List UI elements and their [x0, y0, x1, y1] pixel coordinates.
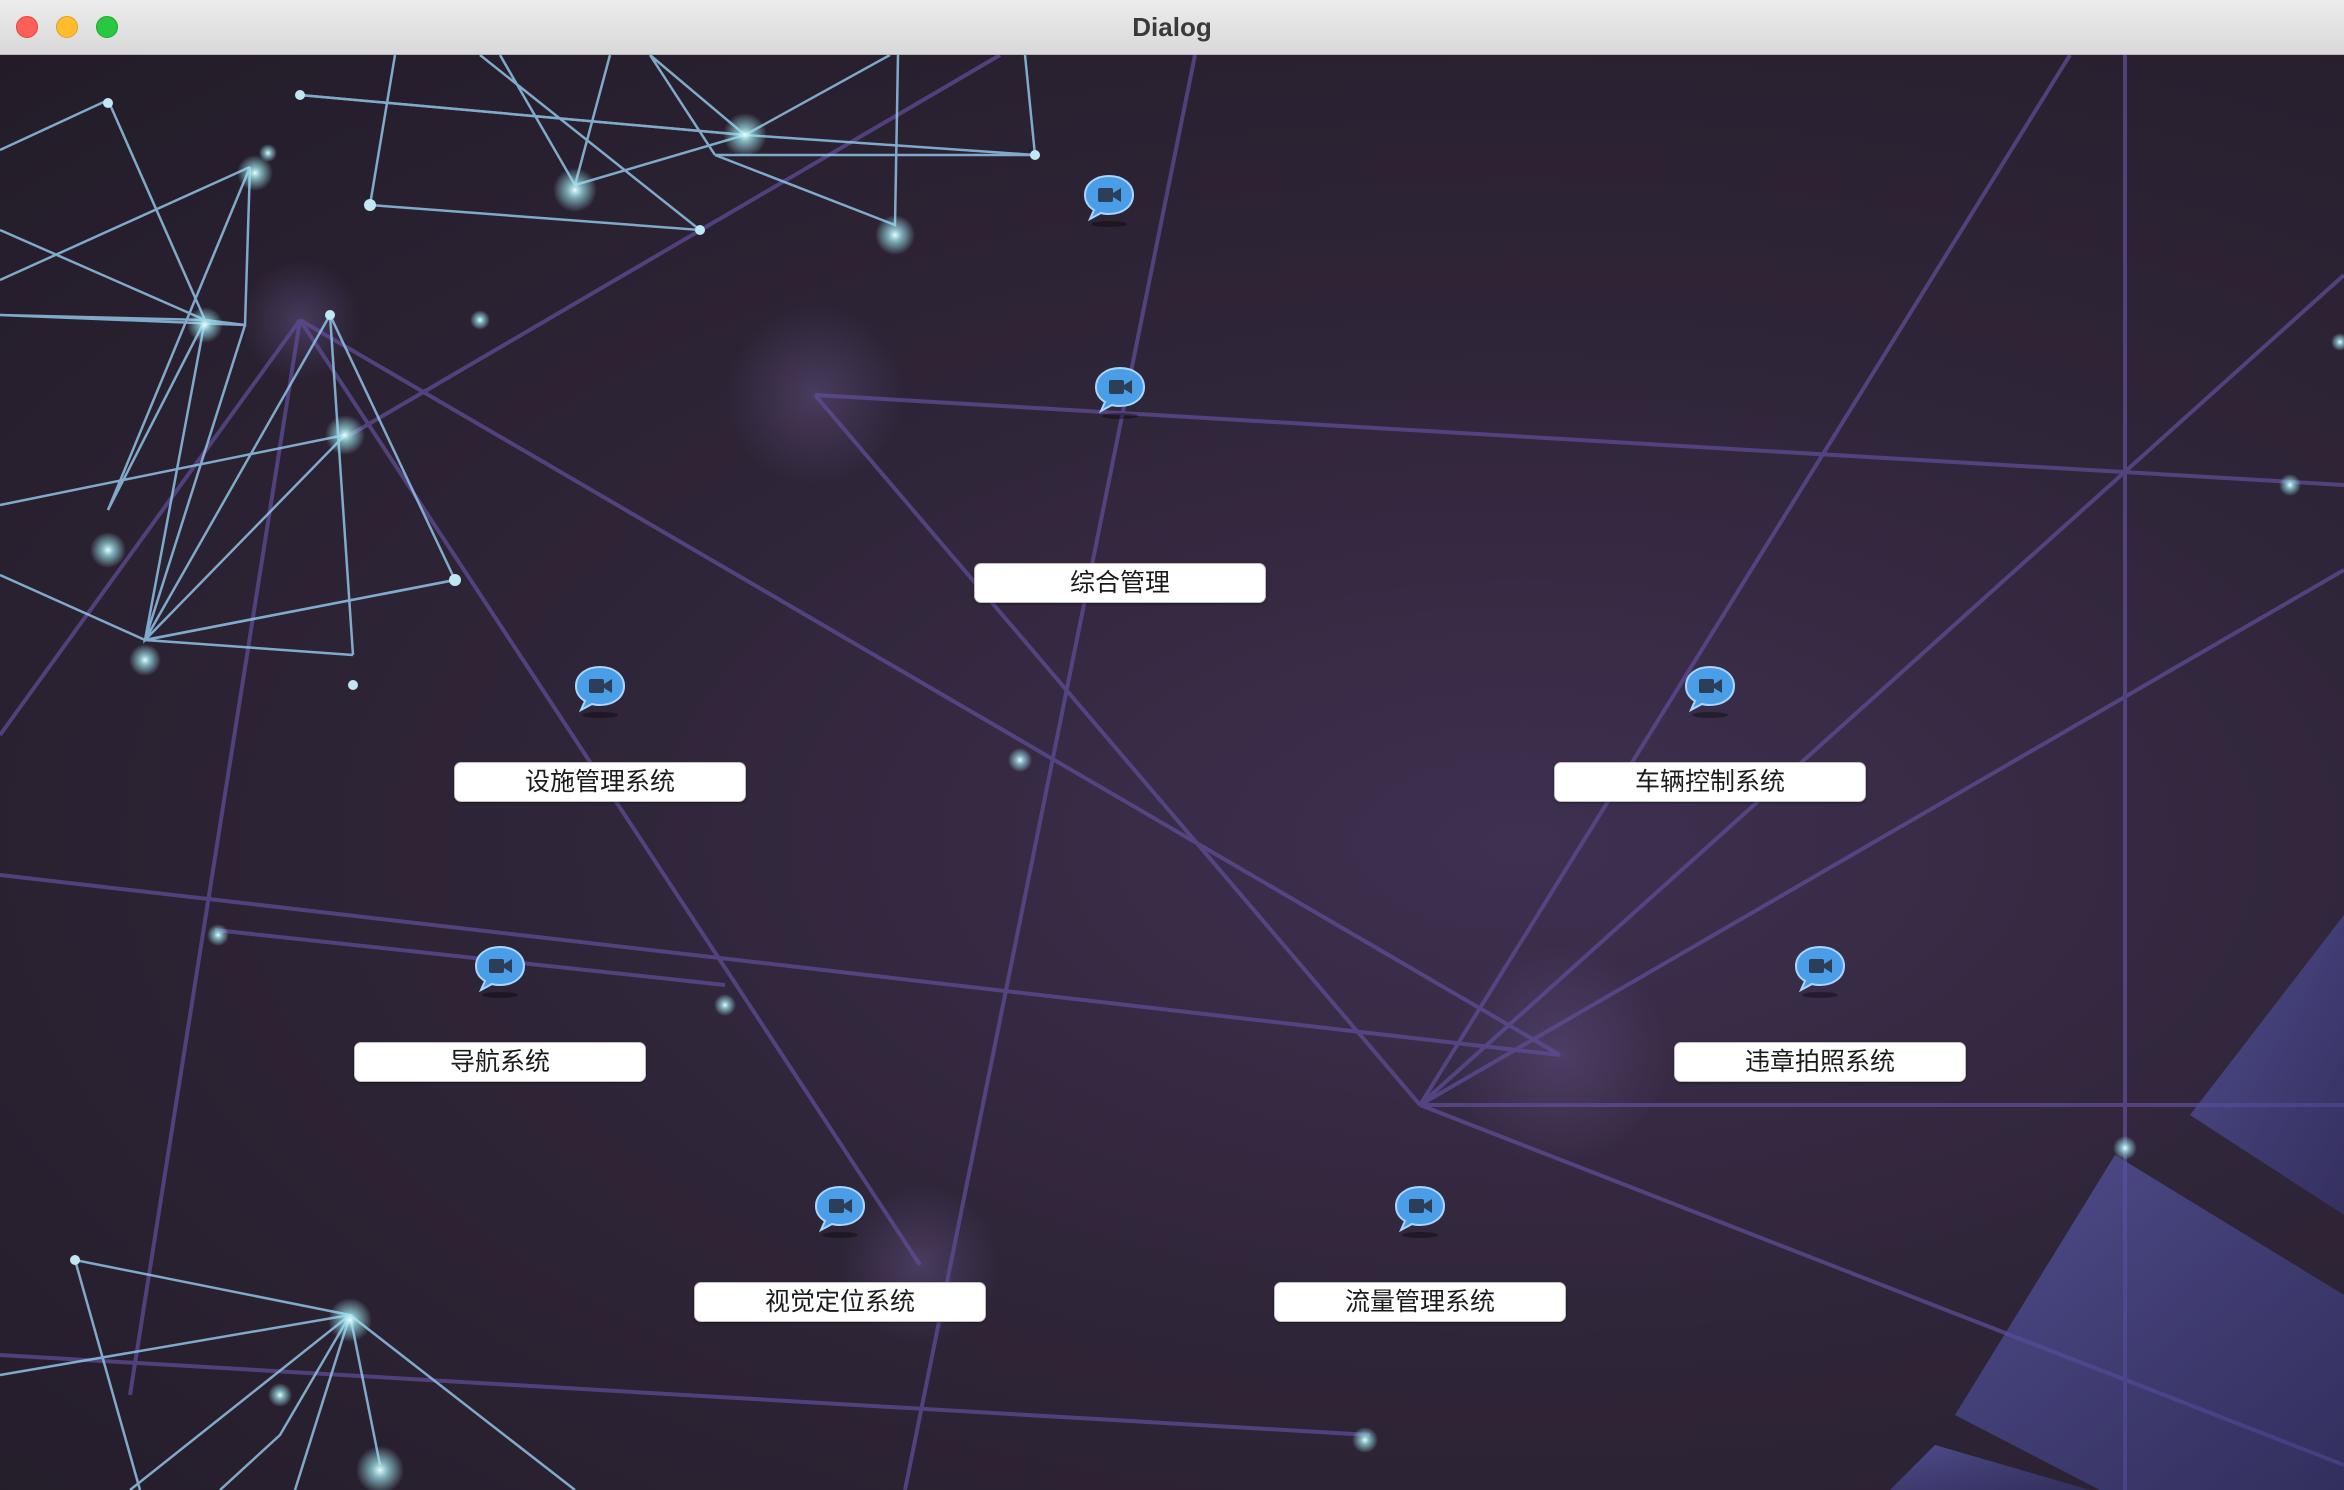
network-background — [0, 55, 2344, 1490]
vehicle-control-icon[interactable] — [1682, 663, 1738, 721]
dialog-content: 综合管理 设施管理系统 车辆控制系统 导航系统 违章拍照系统 视觉定位系统 流量… — [0, 55, 2344, 1490]
integrated-management-icon[interactable] — [1092, 364, 1148, 422]
visual-positioning-icon[interactable] — [812, 1183, 868, 1241]
integrated-management-button[interactable]: 综合管理 — [974, 563, 1266, 603]
violation-photo-icon[interactable] — [1792, 943, 1848, 1001]
facility-management-button[interactable]: 设施管理系统 — [454, 762, 746, 802]
window-title: Dialog — [1132, 12, 1212, 42]
navigation-button[interactable]: 导航系统 — [354, 1042, 646, 1082]
violation-photo-button[interactable]: 违章拍照系统 — [1674, 1042, 1966, 1082]
dialog-window: Dialog 综合管理 设施管理系统 车辆控制系统 导航系统 违章拍照系统 视觉… — [0, 0, 2344, 1490]
traffic-management-button[interactable]: 流量管理系统 — [1274, 1282, 1566, 1322]
video-chat-icon[interactable] — [1081, 172, 1137, 230]
navigation-icon[interactable] — [472, 943, 528, 1001]
vehicle-control-button[interactable]: 车辆控制系统 — [1554, 762, 1866, 802]
facility-management-icon[interactable] — [572, 663, 628, 721]
visual-positioning-button[interactable]: 视觉定位系统 — [694, 1282, 986, 1322]
traffic-management-icon[interactable] — [1392, 1183, 1448, 1241]
title-bar: Dialog — [0, 0, 2344, 55]
